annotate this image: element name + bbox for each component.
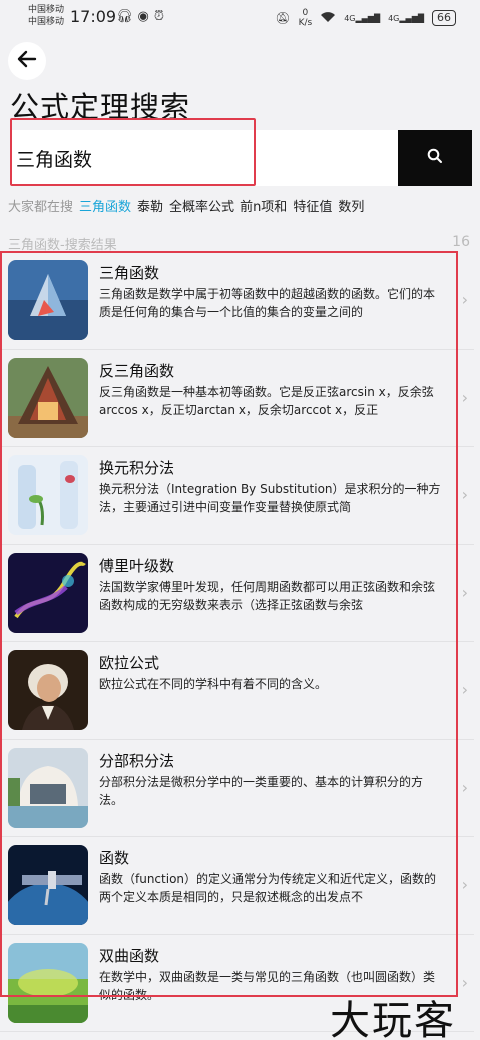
chevron-right-icon: › bbox=[461, 875, 468, 894]
list-item[interactable]: 换元积分法 换元积分法（Integration By Substitution）… bbox=[0, 447, 474, 545]
list-item[interactable]: 傅里叶级数 法国数学家傅里叶发现，任何周期函数都可以用正弦函数和余弦函数构成的无… bbox=[0, 545, 474, 642]
item-title: 换元积分法 bbox=[99, 459, 175, 477]
back-button[interactable] bbox=[8, 42, 46, 80]
search-input[interactable] bbox=[10, 130, 398, 186]
hot-tag[interactable]: 泰勒 bbox=[137, 196, 163, 215]
chevron-right-icon: › bbox=[461, 387, 468, 407]
battery-icon: 66 bbox=[432, 10, 456, 26]
list-item[interactable]: 三角函数 三角函数是数学中属于初等函数中的超越函数的函数。它们的本质是任何角的集… bbox=[0, 252, 474, 350]
item-thumbnail bbox=[8, 942, 88, 1023]
list-item[interactable]: 函数 函数（function）的定义通常分为传统定义和近代定义，函数的两个定义本… bbox=[0, 837, 474, 935]
results-list: 三角函数 三角函数是数学中属于初等函数中的超越函数的函数。它们的本质是任何角的集… bbox=[0, 252, 474, 1032]
chevron-right-icon: › bbox=[461, 485, 468, 504]
chevron-right-icon: › bbox=[461, 582, 468, 602]
item-thumbnail bbox=[8, 747, 88, 828]
search-box[interactable] bbox=[10, 130, 398, 186]
list-item[interactable]: 反三角函数 反三角函数是一种基本初等函数。它是反正弦arcsin x，反余弦ar… bbox=[0, 350, 474, 447]
item-thumbnail bbox=[8, 260, 88, 340]
item-description: 分部积分法是微积分学中的一类重要的、基本的计算积分的方法。 bbox=[99, 774, 424, 807]
item-thumbnail bbox=[8, 455, 88, 535]
signal-icon-1: 4G▂▄▆█ bbox=[344, 13, 381, 23]
page-title: 公式定理搜索 bbox=[10, 90, 191, 124]
item-title: 反三角函数 bbox=[99, 361, 175, 380]
mute-icon: 🔕︎ bbox=[275, 11, 291, 25]
item-thumbnail bbox=[8, 650, 88, 730]
eye-icon: ◉ bbox=[137, 9, 149, 24]
chevron-right-icon: › bbox=[461, 777, 468, 797]
item-thumbnail bbox=[8, 357, 88, 438]
item-description: 法国数学家傅里叶发现，任何周期函数都可以用正弦函数和余弦函数构成的无穷级数来表示… bbox=[99, 579, 436, 612]
status-icons-right: 🔕︎ 0 K/s 4G▂▄▆█ 4G▂▄▆█ 66 bbox=[275, 8, 456, 28]
watermark: 大玩客 bbox=[330, 998, 456, 1040]
search-icon bbox=[427, 148, 443, 168]
chevron-right-icon: › bbox=[461, 290, 468, 309]
item-description: 换元积分法（Integration By Substitution）是求积分的一… bbox=[99, 482, 441, 514]
arrow-left-icon bbox=[17, 49, 37, 74]
hot-searches-label: 大家都在搜 bbox=[8, 200, 74, 215]
list-item[interactable]: 分部积分法 分部积分法是微积分学中的一类重要的、基本的计算积分的方法。 › bbox=[0, 740, 474, 837]
item-title: 三角函数 bbox=[99, 264, 160, 282]
carrier-info: 中国移动 中国移动 bbox=[28, 5, 65, 27]
results-title: 三角函数-搜索结果 bbox=[8, 238, 117, 253]
headphones-icon: 🎧︎ bbox=[116, 9, 133, 24]
list-item[interactable]: 欧拉公式 欧拉公式在不同的学科中有着不同的含义。 › bbox=[0, 642, 474, 740]
item-description: 三角函数是数学中属于初等函数中的超越函数的函数。它们的本质是任何角的集合与一个比… bbox=[99, 287, 436, 319]
hot-tag[interactable]: 三角函数 bbox=[79, 196, 131, 215]
network-speed: 0 K/s bbox=[298, 8, 313, 28]
chevron-right-icon: › bbox=[461, 680, 468, 699]
item-title: 傅里叶级数 bbox=[99, 556, 175, 575]
clock: 17:09 bbox=[70, 7, 117, 26]
chevron-right-icon: › bbox=[461, 972, 468, 992]
alarm-icon: ⏰︎ bbox=[153, 9, 164, 24]
item-title: 分部积分法 bbox=[99, 751, 175, 770]
hot-tag[interactable]: 数列 bbox=[338, 196, 364, 215]
item-title: 函数 bbox=[99, 849, 130, 867]
item-description: 函数（function）的定义通常分为传统定义和近代定义，函数的两个定义本质是相… bbox=[99, 872, 437, 904]
hot-tag[interactable]: 特征值 bbox=[293, 196, 332, 215]
status-bar: 中国移动 中国移动 17:09 🎧︎ ◉ ⏰︎ 🔕︎ 0 K/s 4G▂▄▆█ … bbox=[0, 0, 480, 36]
item-description: 反三角函数是一种基本初等函数。它是反正弦arcsin x，反余弦arccos x… bbox=[99, 384, 434, 417]
item-thumbnail bbox=[8, 552, 88, 633]
hot-tag[interactable]: 全概率公式 bbox=[169, 196, 234, 215]
item-title: 欧拉公式 bbox=[99, 654, 160, 672]
item-thumbnail bbox=[8, 845, 88, 925]
item-description: 欧拉公式在不同的学科中有着不同的含义。 bbox=[99, 677, 328, 691]
status-icons-left: 🎧︎ ◉ ⏰︎ bbox=[116, 9, 164, 24]
results-count: 16 bbox=[452, 234, 470, 250]
hot-tag[interactable]: 前n项和 bbox=[240, 196, 287, 215]
wifi-icon bbox=[320, 11, 336, 26]
search-button[interactable] bbox=[398, 130, 472, 186]
item-title: 双曲函数 bbox=[99, 946, 160, 965]
hot-searches: 大家都在搜 三角函数 泰勒 全概率公式 前n项和 特征值 数列 bbox=[8, 196, 364, 215]
signal-icon-2: 4G▂▄▆█ bbox=[388, 13, 424, 23]
